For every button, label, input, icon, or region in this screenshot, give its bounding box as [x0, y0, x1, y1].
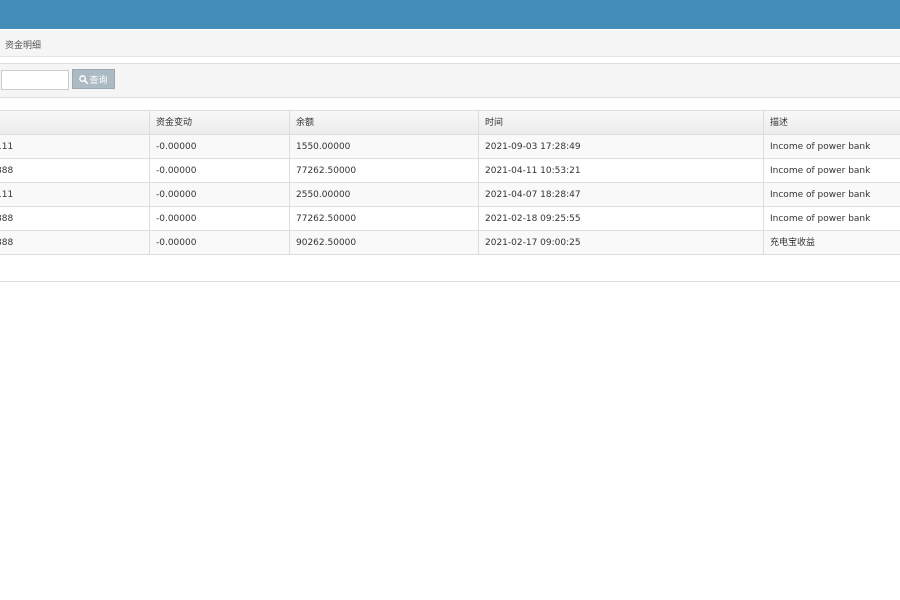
- table-cell: 77262.50000: [289, 159, 478, 182]
- table-cell: 111: [0, 190, 14, 200]
- table-header-row: 资金变动 余额 时间 描述: [0, 111, 900, 135]
- table-cell: Income of power bank: [763, 207, 900, 230]
- table-cell: Income of power bank: [763, 159, 900, 182]
- search-button[interactable]: 查询: [72, 69, 115, 89]
- column-header-description[interactable]: 描述: [763, 111, 900, 134]
- table-cell: -0.00000: [149, 159, 289, 182]
- page-title: 资金明细: [5, 41, 42, 51]
- table-row[interactable]: 888 -0.00000 77262.50000 2021-04-11 10:5…: [0, 159, 900, 183]
- table-cell: 充电宝收益: [763, 231, 900, 254]
- search-button-label: 查询: [89, 75, 108, 86]
- table-cell: 90262.50000: [289, 231, 478, 254]
- table-row[interactable]: 888 -0.00000 77262.50000 2021-02-18 09:2…: [0, 207, 900, 231]
- table-cell: -0.00000: [149, 207, 289, 230]
- column-header[interactable]: [0, 111, 149, 134]
- search-toolbar: 查询: [0, 63, 900, 98]
- pager-divider: [0, 281, 900, 282]
- breadcrumb: 资金明细: [0, 30, 900, 57]
- table-cell: 2021-04-07 18:28:47: [478, 183, 763, 206]
- data-table: 资金变动 余额 时间 描述 111 -0.00000 1550.00000 20…: [0, 110, 900, 255]
- table-cell: -0.00000: [149, 183, 289, 206]
- table-cell: 888: [0, 238, 14, 248]
- table-cell: 2021-02-18 09:25:55: [478, 207, 763, 230]
- table-cell: Income of power bank: [763, 135, 900, 158]
- top-navbar: [0, 0, 900, 29]
- table-cell: 888: [0, 166, 14, 176]
- search-input[interactable]: [1, 70, 69, 90]
- table-cell: 2021-04-11 10:53:21: [478, 159, 763, 182]
- table-row[interactable]: 111 -0.00000 2550.00000 2021-04-07 18:28…: [0, 183, 900, 207]
- table-cell: 2021-09-03 17:28:49: [478, 135, 763, 158]
- table-cell: 2550.00000: [289, 183, 478, 206]
- table-cell: 888: [0, 214, 14, 224]
- table-row[interactable]: 888 -0.00000 90262.50000 2021-02-17 09:0…: [0, 231, 900, 255]
- table-cell: 1550.00000: [289, 135, 478, 158]
- table-cell: Income of power bank: [763, 183, 900, 206]
- table-cell: 77262.50000: [289, 207, 478, 230]
- column-header-amount-change[interactable]: 资金变动: [149, 111, 289, 134]
- table-row[interactable]: 111 -0.00000 1550.00000 2021-09-03 17:28…: [0, 135, 900, 159]
- table-cell: 2021-02-17 09:00:25: [478, 231, 763, 254]
- column-header-time[interactable]: 时间: [478, 111, 763, 134]
- table-cell: -0.00000: [149, 135, 289, 158]
- table-cell: -0.00000: [149, 231, 289, 254]
- column-header-balance[interactable]: 余额: [289, 111, 478, 134]
- table-cell: 111: [0, 142, 14, 152]
- search-icon: [79, 74, 89, 84]
